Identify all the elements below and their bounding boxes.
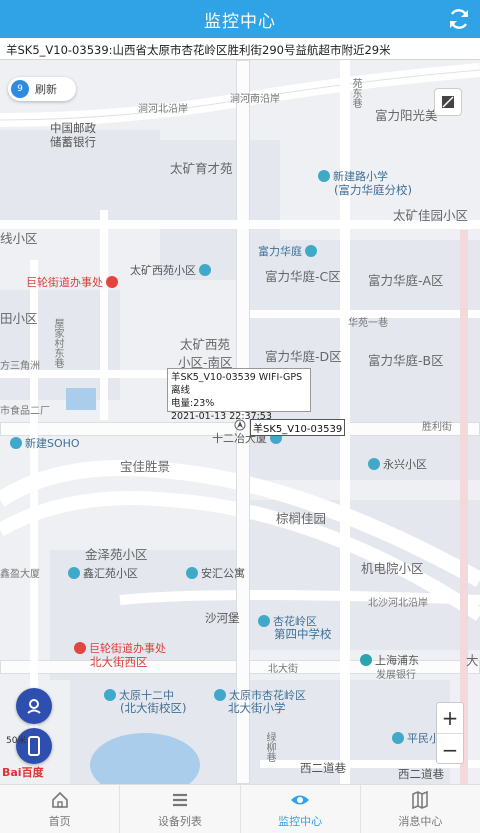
tab-monitor[interactable]: 监控中心 bbox=[241, 785, 361, 833]
page-title: 监控中心 bbox=[204, 11, 276, 32]
device-plate-label[interactable]: 羊SK5_V10-03539 bbox=[250, 419, 346, 436]
school-icon bbox=[104, 689, 116, 701]
tab-label: 监控中心 bbox=[278, 814, 323, 828]
residential-poi[interactable]: 鑫汇苑小区 bbox=[68, 565, 138, 581]
list-icon bbox=[172, 793, 187, 806]
building-icon bbox=[199, 264, 211, 276]
tab-home[interactable]: 首页 bbox=[0, 785, 121, 833]
poi-label: 第四中学校 bbox=[274, 627, 332, 641]
building-poi[interactable]: 安汇公寓 bbox=[186, 565, 245, 581]
area-label: 棕榈佳园 bbox=[276, 511, 327, 526]
school-icon bbox=[392, 732, 404, 744]
school-icon bbox=[214, 689, 226, 701]
poi-label: 北大街西区 bbox=[90, 655, 148, 669]
road-label: 华苑一巷 bbox=[348, 318, 388, 329]
poi-label: 鑫盈大厦 bbox=[0, 569, 40, 580]
residential-poi[interactable]: 永兴小区 bbox=[368, 456, 427, 472]
zoom-in-button[interactable]: + bbox=[437, 703, 463, 734]
phone-icon bbox=[28, 736, 40, 756]
locate-person-button[interactable] bbox=[16, 688, 52, 724]
poi-label: 市食品二厂 bbox=[0, 406, 50, 417]
home-icon bbox=[51, 791, 68, 808]
bottom-tab-bar: 首页 设备列表 监控中心 消息中心 bbox=[0, 784, 480, 833]
layer-switch-button[interactable] bbox=[434, 88, 462, 116]
building-icon bbox=[10, 437, 22, 449]
area-label: 宝佳胜景 bbox=[120, 459, 171, 474]
tab-label: 消息中心 bbox=[398, 814, 443, 828]
road-label: 屋家村东巷 bbox=[52, 318, 63, 368]
area-label: 大 bbox=[466, 653, 479, 668]
app-header: 监控中心 bbox=[0, 0, 480, 38]
school-poi[interactable]: 平民小 bbox=[392, 730, 440, 746]
area-label: 太矿佳园小区 bbox=[393, 208, 469, 223]
refresh-countdown: 9 bbox=[11, 80, 29, 98]
area-label: 沙河堡 bbox=[205, 611, 240, 625]
road-label: 苑东巷 bbox=[350, 78, 361, 108]
area-label: 线小区 bbox=[0, 231, 38, 246]
road-label: 涧河南沿岸 bbox=[230, 94, 280, 105]
zoom-out-button[interactable]: − bbox=[437, 734, 463, 765]
tab-messages[interactable]: 消息中心 bbox=[361, 785, 480, 833]
road-label: 北大街 bbox=[268, 664, 298, 675]
map-scale: 50米 bbox=[6, 736, 27, 746]
residential-poi[interactable]: 太矿西苑小区 bbox=[130, 262, 211, 278]
area-label: 富力阳光美 bbox=[375, 108, 438, 123]
area-label: 方三角洲 bbox=[0, 361, 40, 372]
zoom-control: + − bbox=[436, 702, 464, 764]
refresh-chip[interactable]: 9 刷新 bbox=[8, 77, 76, 101]
device-info-window: 羊SK5_V10-03539 WIFI-GPS 离线 电量:23% 2021-0… bbox=[167, 368, 311, 422]
road-label: 北沙河北沿岸 bbox=[368, 598, 428, 609]
road-label: 涧河北沿岸 bbox=[138, 104, 188, 115]
tab-label: 首页 bbox=[48, 814, 71, 828]
address-bar: 羊SK5_V10-03539:山西省太原市杏花岭区胜利街290号益航超市附近29… bbox=[0, 38, 480, 60]
area-label: 富力华庭-C区 bbox=[265, 269, 341, 284]
poi-label: 储蓄银行 bbox=[50, 135, 96, 149]
poi-label: (富力华庭分校) bbox=[334, 183, 412, 197]
building-icon bbox=[305, 245, 317, 257]
building-poi[interactable]: 富力华庭 bbox=[258, 243, 317, 259]
device-status-line: 羊SK5_V10-03539 WIFI-GPS 离线 bbox=[171, 372, 303, 396]
area-label: 金泽苑小区 bbox=[85, 547, 148, 562]
poi-label: 发展银行 bbox=[376, 670, 416, 681]
area-label: 机电院小区 bbox=[361, 561, 424, 576]
poi-label: (北大街校区) bbox=[120, 701, 187, 715]
eye-icon bbox=[291, 795, 310, 804]
area-label: 太矿西苑 bbox=[180, 337, 231, 352]
baidu-logo: Bai百度 bbox=[2, 766, 44, 779]
school-icon bbox=[318, 170, 330, 182]
building-icon bbox=[368, 458, 380, 470]
refresh-label: 刷新 bbox=[35, 83, 57, 96]
bank-icon bbox=[360, 654, 372, 666]
poi-label: 北大街小学 bbox=[228, 701, 286, 715]
building-poi[interactable]: 新建SOHO bbox=[10, 435, 80, 451]
area-label: 富力华庭-B区 bbox=[368, 353, 444, 368]
map-icon bbox=[412, 790, 429, 809]
road-label: 胜利街 bbox=[422, 422, 452, 433]
government-poi[interactable]: 巨轮街道办事处 bbox=[26, 274, 118, 290]
device-battery: 电量:23% bbox=[171, 398, 215, 409]
government-icon bbox=[106, 276, 118, 288]
tab-device-list[interactable]: 设备列表 bbox=[120, 785, 241, 833]
device-marker-icon[interactable] bbox=[234, 419, 246, 431]
tab-label: 设备列表 bbox=[157, 814, 202, 828]
government-icon bbox=[74, 642, 86, 654]
refresh-icon[interactable] bbox=[446, 6, 472, 32]
map-view[interactable]: 涧河北沿岸 涧河南沿岸 中国邮政 储蓄银行 富力阳光美 苑东巷 太矿育才苑 新建… bbox=[0, 60, 480, 784]
area-label: 田小区 bbox=[0, 311, 38, 326]
road-label: 绿柳巷 bbox=[264, 732, 275, 762]
area-label: 太矿育才苑 bbox=[170, 161, 233, 176]
road-label: 西二道巷 bbox=[300, 761, 346, 775]
building-icon bbox=[68, 567, 80, 579]
area-label: 富力华庭-D区 bbox=[265, 349, 342, 364]
location-pin-icon bbox=[27, 699, 41, 714]
road-label: 西二道巷 bbox=[398, 767, 444, 781]
building-icon bbox=[186, 567, 198, 579]
school-icon bbox=[258, 615, 270, 627]
layers-icon bbox=[442, 96, 454, 108]
area-label: 富力华庭-A区 bbox=[368, 273, 444, 288]
